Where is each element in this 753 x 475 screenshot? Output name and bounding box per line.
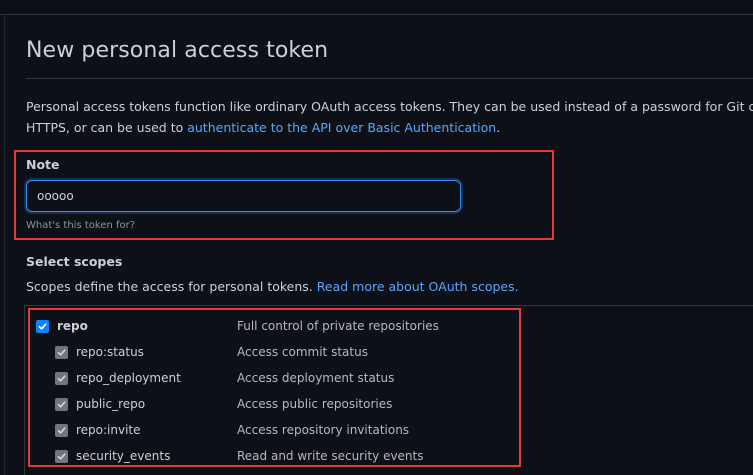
- oauth-scopes-link[interactable]: Read more about OAuth scopes.: [317, 279, 519, 294]
- scope-description: Access repository invitations: [237, 423, 410, 437]
- scope-name: repo: [57, 319, 88, 333]
- checkmark-icon[interactable]: [36, 319, 49, 333]
- note-input[interactable]: [26, 180, 461, 212]
- scope-name: repo:invite: [76, 423, 141, 437]
- basic-auth-link[interactable]: authenticate to the API over Basic Authe…: [187, 120, 496, 135]
- top-divider: [0, 14, 753, 15]
- scope-row-repo-status[interactable]: repo:status: [55, 342, 144, 362]
- scope-name: repo_deployment: [76, 371, 181, 385]
- scope-name: repo:status: [76, 345, 144, 359]
- checkmark-icon[interactable]: [55, 423, 68, 437]
- scopes-heading: Select scopes: [26, 254, 123, 269]
- scope-name: security_events: [76, 449, 171, 463]
- page-title: New personal access token: [26, 38, 329, 63]
- scope-description: Full control of private repositories: [237, 319, 439, 333]
- checkmark-icon[interactable]: [55, 397, 68, 411]
- checkmark-icon[interactable]: [55, 449, 68, 463]
- scope-row-security-events[interactable]: security_events: [55, 446, 170, 466]
- scope-row-repo-deployment[interactable]: repo_deployment: [55, 368, 181, 388]
- checkmark-icon[interactable]: [55, 345, 68, 359]
- note-label: Note: [26, 157, 60, 172]
- checkmark-icon[interactable]: [55, 371, 68, 385]
- scope-row-repo-invite[interactable]: repo:invite: [55, 420, 141, 440]
- title-divider: [26, 78, 753, 79]
- scope-row-repo[interactable]: repo: [36, 316, 88, 336]
- scope-description: Access commit status: [237, 345, 368, 359]
- description-line-2: HTTPS, or can be used to authenticate to…: [26, 117, 753, 138]
- description-end: .: [496, 120, 501, 135]
- note-hint: What's this token for?: [26, 220, 136, 231]
- scopes-description-text: Scopes define the access for personal to…: [26, 279, 317, 294]
- scope-description: Access public repositories: [237, 397, 393, 411]
- scope-row-public-repo[interactable]: public_repo: [55, 394, 145, 414]
- scopes-description: Scopes define the access for personal to…: [26, 279, 519, 294]
- scope-description: Access deployment status: [237, 371, 395, 385]
- description-text: HTTPS, or can be used to: [26, 120, 188, 135]
- description-line-1: Personal access tokens function like ord…: [26, 99, 753, 114]
- page-description: Personal access tokens function like ord…: [26, 96, 753, 138]
- scope-description: Read and write security events: [237, 449, 424, 463]
- left-divider: [4, 14, 5, 475]
- scope-name: public_repo: [76, 397, 146, 411]
- token-page: New personal access token Personal acces…: [0, 0, 753, 475]
